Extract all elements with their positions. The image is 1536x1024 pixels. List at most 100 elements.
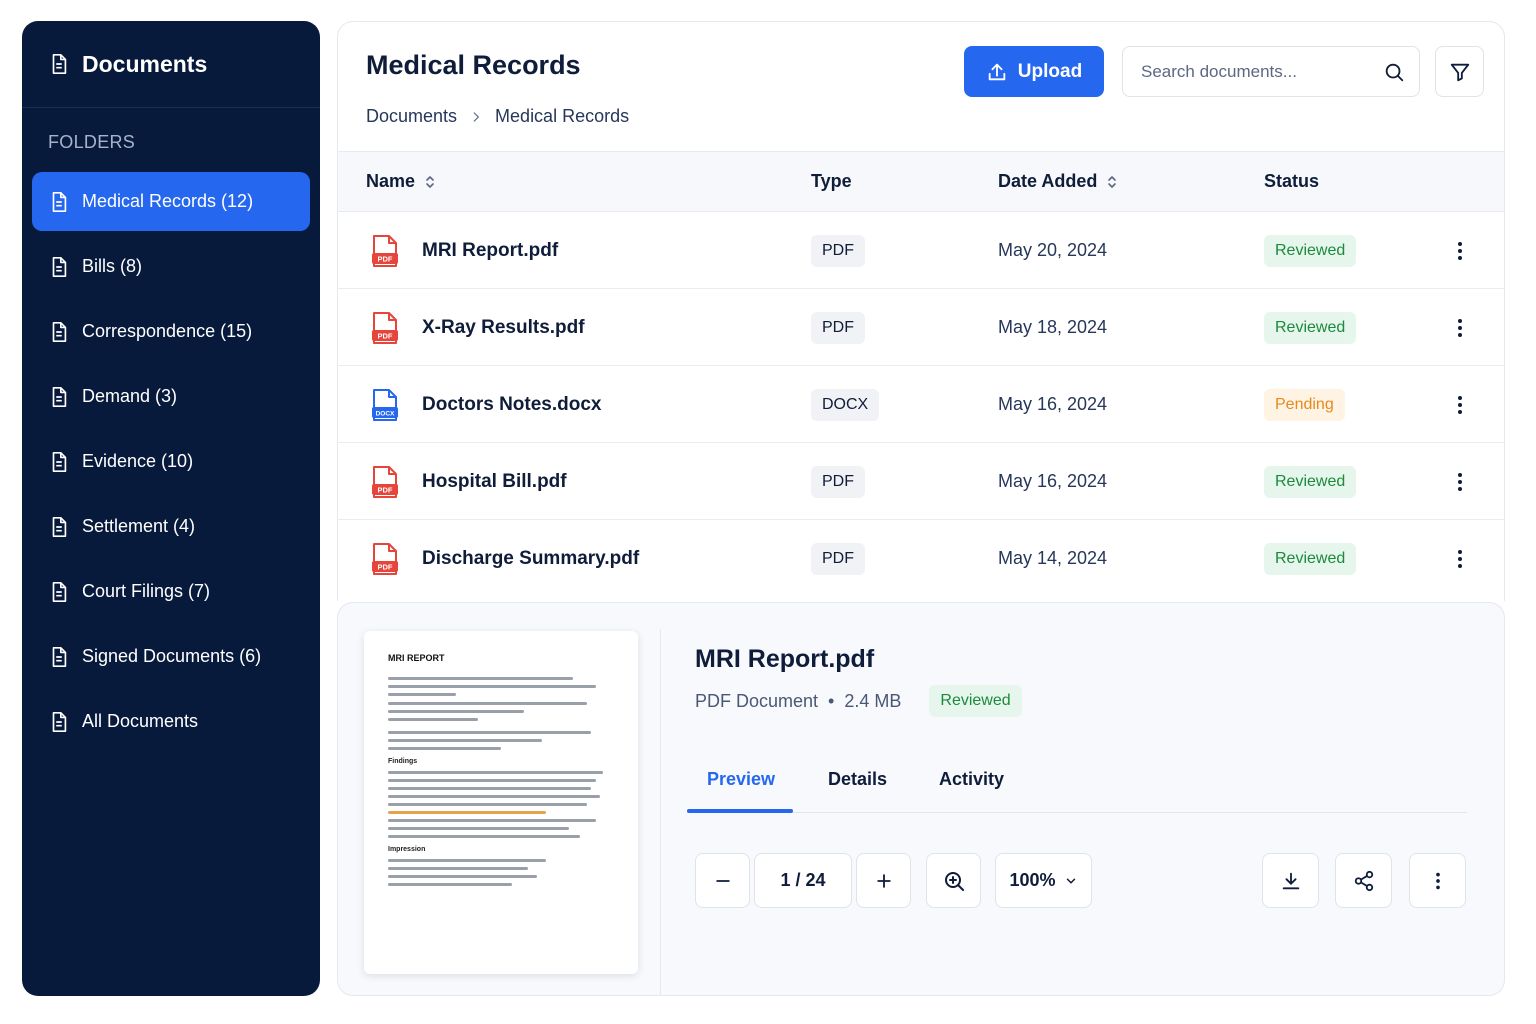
zoom-in-icon <box>944 871 964 891</box>
column-header-type: Type <box>811 171 852 192</box>
sidebar-item-label: Signed Documents (6) <box>82 646 262 666</box>
share-button[interactable] <box>1335 853 1392 908</box>
chevron-right-icon <box>473 111 480 122</box>
thumbnail-heading: Impression <box>388 846 426 853</box>
status-badge: Reviewed <box>1264 234 1357 267</box>
file-name[interactable]: X-Ray Results.pdf <box>422 289 585 366</box>
sidebar: Documents FOLDERS Medical Records (12) B… <box>22 21 320 996</box>
table-row[interactable]: PDF Hospital Bill.pdf PDF May 16, 2024 R… <box>338 443 1504 520</box>
thumbnail-heading: Findings <box>388 758 418 765</box>
table-row[interactable]: PDF Discharge Summary.pdf PDF May 14, 20… <box>338 520 1504 597</box>
sort-icon <box>1108 175 1117 188</box>
docx-file-icon: DOCX <box>372 388 398 421</box>
file-name[interactable]: Doctors Notes.docx <box>422 366 601 443</box>
tab-activity[interactable]: Activity <box>939 769 1004 790</box>
document-icon <box>52 516 67 537</box>
row-actions-button[interactable] <box>1448 212 1472 289</box>
file-name[interactable]: MRI Report.pdf <box>422 212 558 289</box>
date-added: May 20, 2024 <box>998 240 1108 260</box>
sort-icon <box>426 175 434 188</box>
sidebar-item-label: Demand (3) <box>82 386 178 406</box>
status-badge: Reviewed <box>1264 311 1357 344</box>
type-badge: PDF <box>811 465 865 498</box>
document-size: 2.4 MB <box>844 690 902 711</box>
table-row[interactable]: PDF MRI Report.pdf PDF May 20, 2024 Revi… <box>338 212 1504 289</box>
folder-list: Medical Records (12) Bills (8) Correspon… <box>22 172 320 751</box>
pdf-file-icon: PDF <box>372 542 398 575</box>
status-badge: Reviewed <box>1264 542 1357 575</box>
download-button[interactable] <box>1262 853 1319 908</box>
sidebar-item-label: Medical Records (12) <box>82 191 254 211</box>
file-name[interactable]: Discharge Summary.pdf <box>422 520 639 597</box>
filter-icon <box>1450 63 1469 81</box>
sidebar-item-all-documents[interactable]: All Documents <box>32 692 310 751</box>
zoom-in-button[interactable] <box>856 853 911 908</box>
document-icon <box>52 54 67 74</box>
sidebar-item-settlement[interactable]: Settlement (4) <box>32 497 310 556</box>
status-badge: Pending <box>1264 388 1345 421</box>
row-actions-button[interactable] <box>1448 289 1472 366</box>
type-badge: PDF <box>811 311 865 344</box>
more-vertical-icon <box>1435 872 1440 889</box>
sidebar-item-court-filings[interactable]: Court Filings (7) <box>32 562 310 621</box>
tab-preview[interactable]: Preview <box>707 769 775 790</box>
file-icon-label: PDF <box>378 254 393 263</box>
zoom-out-button[interactable] <box>695 853 750 908</box>
status-badge: Reviewed <box>1264 465 1357 498</box>
row-actions-button[interactable] <box>1448 443 1472 520</box>
status-badge: Reviewed <box>929 685 1022 717</box>
document-icon <box>52 581 67 602</box>
row-actions-button[interactable] <box>1448 520 1472 597</box>
upload-button-label: Upload <box>1017 60 1083 82</box>
column-header-label: Type <box>811 171 852 191</box>
page-title: Medical Records <box>366 50 581 80</box>
breadcrumb-item-documents[interactable]: Documents <box>366 106 457 127</box>
tab-details[interactable]: Details <box>828 769 887 790</box>
preview-meta: PDF Document • 2.4 MB Reviewed <box>695 685 1022 717</box>
sidebar-item-label: All Documents <box>82 711 199 731</box>
search-icon[interactable] <box>1383 61 1405 83</box>
file-name[interactable]: Hospital Bill.pdf <box>422 443 567 520</box>
active-tab-indicator <box>687 809 793 813</box>
search-input[interactable] <box>1141 61 1383 82</box>
zoom-fit-button[interactable] <box>926 853 981 908</box>
sidebar-item-label: Settlement (4) <box>82 516 196 536</box>
plus-icon <box>876 873 891 888</box>
file-icon-label: PDF <box>378 331 393 340</box>
column-header-name[interactable]: Name <box>366 171 435 192</box>
sidebar-header: Documents <box>22 21 320 108</box>
zoom-value: 100% <box>1009 870 1056 890</box>
sidebar-item-bills[interactable]: Bills (8) <box>32 237 310 296</box>
filter-button[interactable] <box>1435 46 1484 97</box>
page-indicator[interactable]: 1 / 24 <box>754 853 852 908</box>
sidebar-item-demand[interactable]: Demand (3) <box>32 367 310 426</box>
sidebar-item-evidence[interactable]: Evidence (10) <box>32 432 310 491</box>
table-row[interactable]: DOCX Doctors Notes.docx DOCX May 16, 202… <box>338 366 1504 443</box>
preview-divider <box>660 629 661 995</box>
sidebar-item-medical-records[interactable]: Medical Records (12) <box>32 172 310 231</box>
table-row[interactable]: PDF X-Ray Results.pdf PDF May 18, 2024 R… <box>338 289 1504 366</box>
upload-button[interactable]: Upload <box>964 46 1104 97</box>
date-added: May 16, 2024 <box>998 471 1108 491</box>
more-options-button[interactable] <box>1409 853 1466 908</box>
column-header-label: Date Added <box>998 171 1098 191</box>
pdf-file-icon: PDF <box>372 234 398 267</box>
sidebar-item-correspondence[interactable]: Correspondence (15) <box>32 302 310 361</box>
document-icon <box>52 386 67 407</box>
preview-title: MRI Report.pdf <box>695 645 875 673</box>
document-thumbnail[interactable]: MRI REPORT Findings Impression <box>364 631 638 974</box>
zoom-select[interactable]: 100% <box>995 853 1092 908</box>
row-actions-button[interactable] <box>1448 366 1472 443</box>
upload-icon <box>988 63 1006 80</box>
search-box <box>1122 46 1420 97</box>
sidebar-item-label: Court Filings (7) <box>82 581 211 601</box>
column-header-date-added[interactable]: Date Added <box>998 171 1117 192</box>
document-icon <box>52 646 67 667</box>
type-badge: PDF <box>811 234 865 267</box>
sidebar-item-signed-documents[interactable]: Signed Documents (6) <box>32 627 310 686</box>
date-added: May 14, 2024 <box>998 548 1108 568</box>
type-badge: PDF <box>811 542 865 575</box>
more-vertical-icon <box>1458 241 1462 260</box>
table-header: Name Type Date Added Status <box>338 151 1504 212</box>
download-icon <box>1282 872 1299 889</box>
